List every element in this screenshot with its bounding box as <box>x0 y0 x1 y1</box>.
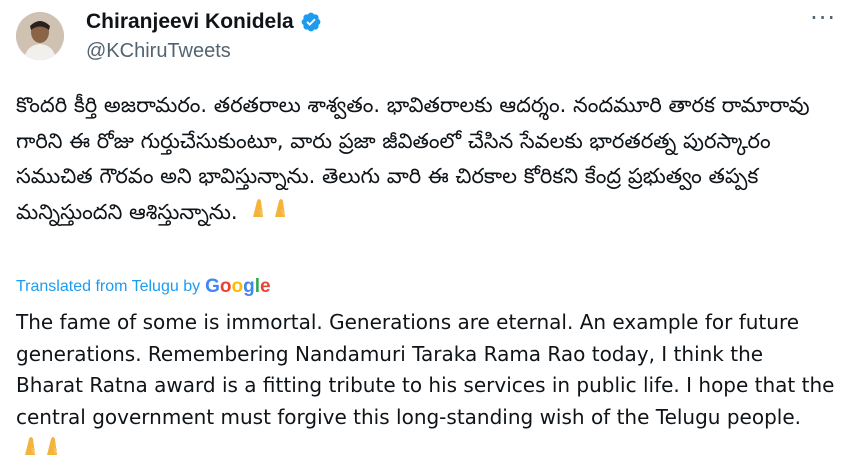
display-name-text[interactable]: Chiranjeevi Konidela <box>86 10 294 34</box>
verified-badge-icon <box>301 12 321 32</box>
more-options-icon[interactable]: ··· <box>810 6 836 30</box>
handle[interactable]: @KChiruTweets <box>86 40 231 63</box>
folded-hands-icon <box>248 195 292 231</box>
avatar[interactable] <box>16 12 64 60</box>
tweet-translated-text: The fame of some is immortal. Generation… <box>16 307 836 467</box>
translation-attribution[interactable]: Translated from Telugu by Google <box>16 276 271 298</box>
tweet-original-text-content: కొందరి కీర్తి అజరామరం. తరతరాలు శాశ్వతం. … <box>16 93 810 224</box>
google-logo: Google <box>205 276 271 297</box>
tweet-translated-text-content: The fame of some is immortal. Generation… <box>16 310 835 429</box>
translation-label[interactable]: Translated from Telugu by <box>16 278 200 296</box>
avatar-image <box>16 12 64 60</box>
display-name[interactable]: Chiranjeevi Konidela <box>86 10 322 34</box>
folded-hands-icon <box>20 433 64 467</box>
tweet-original-text: కొందరి కీర్తి అజరామరం. తరతరాలు శాశ్వతం. … <box>16 88 828 230</box>
